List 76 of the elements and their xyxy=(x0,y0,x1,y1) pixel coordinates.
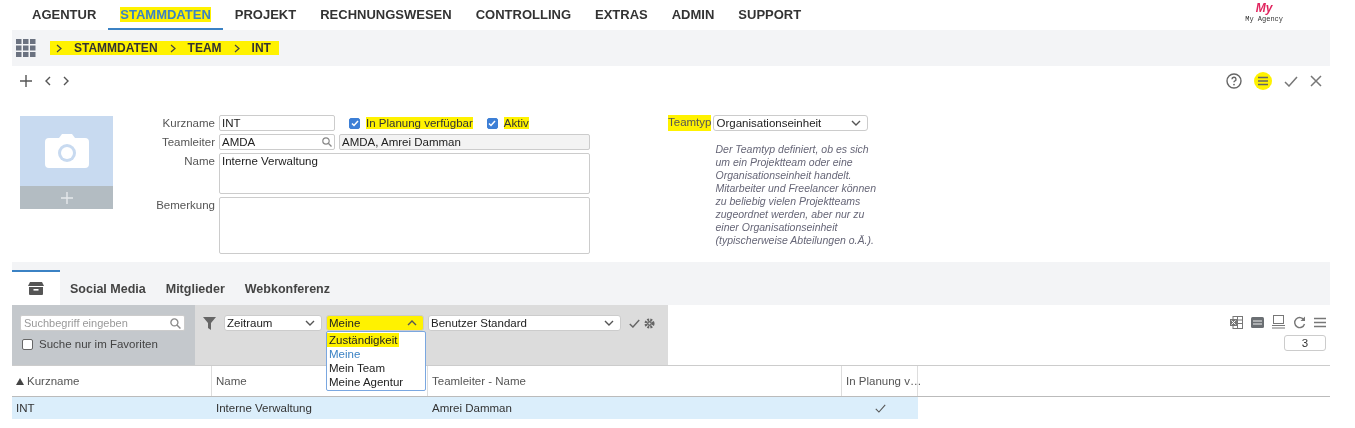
checkbox[interactable] xyxy=(349,117,360,129)
field-label: Kurzname xyxy=(161,116,215,131)
checkbox-label: Aktiv xyxy=(503,117,529,129)
column-header[interactable]: Name xyxy=(216,375,247,387)
checkbox-label: Suche nur im Favoriten xyxy=(39,338,158,350)
dropdown[interactable]: Benutzer Standard xyxy=(428,315,621,331)
checkbox-label: In Planung verfügbar xyxy=(366,117,473,129)
refresh-icon[interactable] xyxy=(1293,315,1306,329)
column-header[interactable]: Kurzname xyxy=(27,375,80,387)
page-size-field[interactable]: 3 xyxy=(1284,335,1326,351)
tab[interactable]: Social Media xyxy=(60,270,156,305)
archive-icon xyxy=(28,282,44,295)
app-grid-icon[interactable] xyxy=(16,39,36,57)
sort-arrow-icon[interactable] xyxy=(16,377,24,385)
breadcrumb-link[interactable]: STAMMDATEN xyxy=(74,41,158,55)
chevron-down-icon xyxy=(305,320,315,326)
input-field: AMDA, Amrei Damman xyxy=(339,134,590,150)
table-cell: Amrei Damman xyxy=(428,397,842,419)
search-icon[interactable] xyxy=(322,137,332,147)
tab[interactable]: Webkonferenz xyxy=(234,270,340,305)
logo-mark: My xyxy=(1255,2,1273,15)
nav-tab[interactable]: AGENTUR xyxy=(20,0,109,30)
chevron-up-icon xyxy=(407,320,417,326)
dropdown[interactable]: Meine xyxy=(326,315,424,331)
document-icon[interactable] xyxy=(1251,315,1264,329)
column-header[interactable]: In Planung v… xyxy=(846,375,922,387)
chevron-right-icon xyxy=(169,43,176,53)
add-icon[interactable] xyxy=(20,75,32,87)
search-field[interactable]: Suchbegriff eingeben xyxy=(20,315,185,331)
nav-tab[interactable]: RECHNUNGSWESEN xyxy=(308,0,464,30)
nav-tab[interactable]: CONTROLLING xyxy=(463,0,583,30)
help-icon[interactable] xyxy=(1226,73,1242,89)
nav-tab[interactable]: PROJEKT xyxy=(222,0,309,30)
column-header[interactable]: Teamleiter - Name xyxy=(432,375,526,387)
close-icon[interactable] xyxy=(1310,75,1322,87)
next-icon[interactable] xyxy=(63,76,70,86)
chevron-right-icon xyxy=(233,43,240,53)
field-label: Teamleiter xyxy=(160,135,215,150)
nav-tab[interactable]: ADMIN xyxy=(659,0,727,30)
dropdown-option[interactable]: Mein Team xyxy=(327,361,388,375)
input-field[interactable]: INT xyxy=(219,115,335,131)
chevron-down-icon xyxy=(604,320,614,326)
breadcrumb-link[interactable]: INT xyxy=(251,41,271,55)
dropdown[interactable]: Organisationseinheit xyxy=(713,115,869,131)
chevron-right-icon xyxy=(56,43,62,53)
nav-tab[interactable]: SUPPORT xyxy=(726,0,814,30)
dropdown-option[interactable]: Zuständigkeit xyxy=(327,333,400,347)
field-label: Teamtyp xyxy=(668,115,712,131)
filter-icon[interactable] xyxy=(203,317,216,330)
field-label: Name xyxy=(183,154,215,169)
text-area[interactable]: Interne Verwaltung xyxy=(219,153,590,194)
search-icon[interactable] xyxy=(170,317,181,329)
help-text: Der Teamtyp definiert, ob es sich um ein Projektteam oder eine Organisationseinheit handelt. Mitarbeiter und Freelancer können zu beliebig vielen Projektteams zugeordnet werden, aber nur zu einer Organisationseinheit (typischerweise Abteilungen o.Ä.). xyxy=(714,143,877,247)
lookup-field[interactable]: AMDA xyxy=(219,134,335,150)
checkbox[interactable] xyxy=(486,117,498,129)
nav-tab[interactable]: EXTRAS xyxy=(583,0,660,30)
spreadsheet-icon[interactable] xyxy=(1230,315,1243,329)
camera-icon xyxy=(44,134,89,168)
breadcrumb-link[interactable]: TEAM xyxy=(187,41,222,55)
dropdown[interactable]: Zeitraum xyxy=(224,315,322,331)
monitor-icon[interactable] xyxy=(1272,315,1285,329)
field-label: Bemerkung xyxy=(155,198,215,213)
menu-icon[interactable] xyxy=(1254,72,1272,90)
tab[interactable]: Mitglieder xyxy=(155,270,235,305)
chevron-down-icon xyxy=(851,120,862,126)
settings-icon[interactable] xyxy=(644,318,655,329)
table-cell: Interne Verwaltung xyxy=(212,397,428,419)
check-icon[interactable] xyxy=(629,319,640,328)
checkbox[interactable] xyxy=(22,338,33,350)
dropdown-option[interactable]: Meine xyxy=(327,347,363,361)
menu-icon[interactable] xyxy=(1314,316,1326,328)
archive-tab[interactable] xyxy=(12,270,60,305)
table-cell: INT xyxy=(12,397,212,419)
check-icon[interactable] xyxy=(1284,75,1298,87)
dropdown-option[interactable]: Meine Agentur xyxy=(327,375,406,389)
previous-icon[interactable] xyxy=(44,76,51,86)
